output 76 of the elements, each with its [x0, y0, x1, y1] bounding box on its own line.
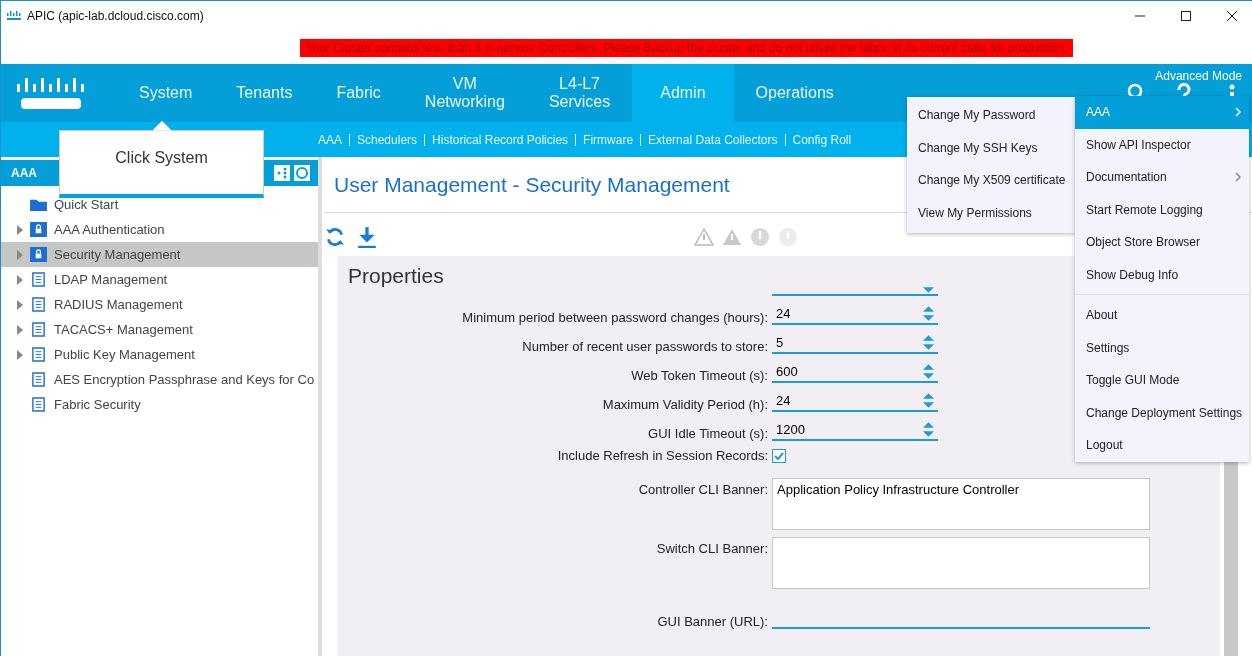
field-label: Maximum Validity Period (h):: [601, 397, 769, 412]
field-label: Switch CLI Banner:: [655, 540, 769, 556]
text-area[interactable]: Application Policy Infrastructure Controller: [772, 478, 1150, 530]
tree-item[interactable]: Quick Start: [1, 192, 318, 217]
tree-icon[interactable]: [274, 165, 290, 181]
maximize-icon[interactable]: [1180, 10, 1192, 22]
field-label: GUI Idle Timeout (s):: [647, 426, 769, 441]
number-field[interactable]: 24: [772, 390, 938, 412]
tree-item[interactable]: LDAP Management: [1, 267, 318, 292]
menu-item[interactable]: Change Deployment Settings: [1075, 396, 1249, 429]
field-label: Web Token Timeout (s):: [630, 368, 769, 383]
menu-item[interactable]: Start Remote Logging: [1075, 193, 1249, 226]
menu-item[interactable]: Toggle GUI Mode: [1075, 364, 1249, 397]
document-icon: [30, 397, 47, 412]
lock-icon: [30, 222, 47, 237]
menu-item[interactable]: About: [1075, 299, 1249, 332]
sidebar-title: AAA: [11, 166, 37, 180]
menu-item[interactable]: Show API Inspector: [1075, 128, 1249, 161]
checkbox[interactable]: [772, 448, 786, 463]
field-label: Number of recent user passwords to store:: [521, 339, 769, 354]
spinner-arrows-icon[interactable]: [923, 421, 934, 437]
warning-banner: Your Cluster contains less than 3 in-service Controllers. Please Backup the cluster and do not utilize the fabric in its current state for production.: [299, 38, 1074, 57]
spinner-arrows-icon[interactable]: [923, 334, 934, 350]
menu-item[interactable]: Change My X509 certificate: [907, 164, 1075, 197]
field-label: Minimum period between password changes (hours):: [461, 310, 769, 325]
expand-arrow-icon[interactable]: [17, 274, 23, 285]
mode-label: Advanced Mode: [1155, 69, 1242, 83]
menu-item[interactable]: Change My SSH Keys: [907, 131, 1075, 164]
text-area[interactable]: [772, 537, 1150, 589]
tree-item[interactable]: AES Encryption Passphrase and Keys for Co: [1, 367, 318, 392]
folder-icon: [30, 197, 47, 212]
chevron-right-icon: [1235, 107, 1241, 118]
section-heading: Properties: [348, 264, 444, 286]
dropdown-arrow-icon[interactable]: [923, 287, 934, 293]
menu-item[interactable]: Logout: [1075, 429, 1249, 462]
expand-arrow-icon[interactable]: [17, 299, 23, 310]
field-label: Include Refresh in Session Records:: [556, 448, 769, 463]
tree-item[interactable]: Security Management: [1, 242, 318, 267]
number-field[interactable]: 24: [772, 303, 938, 325]
menu-item[interactable]: Documentation: [1075, 161, 1249, 194]
expand-arrow-icon[interactable]: [17, 249, 23, 260]
menu-item[interactable]: Show Debug Info: [1075, 258, 1249, 291]
expand-arrow-icon[interactable]: [17, 349, 23, 360]
document-icon: [30, 347, 47, 362]
tree-item[interactable]: TACACS+ Management: [1, 317, 318, 342]
field-label: GUI Banner (URL):: [656, 614, 769, 629]
document-icon: [30, 372, 47, 387]
menu-item[interactable]: View My Permissions: [907, 196, 1075, 229]
document-icon: [30, 322, 47, 337]
spinner-arrows-icon[interactable]: [923, 363, 934, 379]
window-title: APIC (apic-lab.dcloud.cisco.com): [27, 9, 204, 23]
warning-icon: [694, 226, 714, 247]
menu-item[interactable]: Settings: [1075, 331, 1249, 364]
expand-arrow-icon[interactable]: [17, 324, 23, 335]
callout-text: Click System: [115, 149, 208, 168]
number-field[interactable]: 1200: [772, 419, 938, 441]
document-icon: [30, 272, 47, 287]
lock-icon: [30, 247, 47, 262]
field-label: Controller CLI Banner:: [637, 481, 769, 497]
expand-arrow-icon[interactable]: [17, 224, 23, 235]
menu-item[interactable]: Change My Password: [907, 99, 1075, 132]
tree-item[interactable]: RADIUS Management: [1, 292, 318, 317]
fault-icon: [750, 226, 770, 247]
tree-item[interactable]: Fabric Security: [1, 392, 318, 417]
close-icon[interactable]: [1226, 10, 1238, 22]
chevron-right-icon: [1235, 172, 1241, 183]
spinner-arrows-icon[interactable]: [923, 392, 934, 408]
number-field[interactable]: 5: [772, 332, 938, 354]
menu-item[interactable]: Object Store Browser: [1075, 226, 1249, 259]
tree-item[interactable]: Public Key Management: [1, 342, 318, 367]
download-icon[interactable]: [356, 225, 378, 248]
number-field[interactable]: 600: [772, 361, 938, 383]
page-title: User Management - Security Management: [334, 172, 730, 198]
spinner-arrows-icon[interactable]: [923, 305, 934, 321]
document-icon: [30, 297, 47, 312]
tree-item[interactable]: AAA Authentication: [1, 217, 318, 242]
